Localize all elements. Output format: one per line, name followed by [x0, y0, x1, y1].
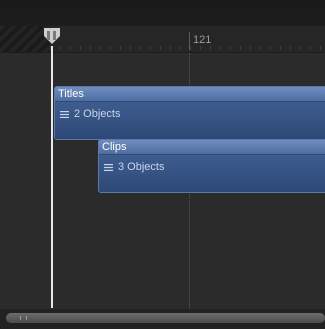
layer-object-count: 3 Objects: [118, 161, 165, 173]
playhead-line[interactable]: [51, 46, 53, 308]
scrollbar-thumb[interactable]: [6, 313, 325, 323]
top-strip: [0, 0, 325, 26]
layer-title: Titles: [55, 87, 325, 101]
layer-content[interactable]: 2 Objects: [55, 102, 325, 139]
ruler-hatch: [0, 26, 50, 52]
ruler-major-tick: [189, 32, 190, 50]
layer-band-titles[interactable]: Titles 2 Objects: [54, 86, 325, 140]
layer-title: Clips: [99, 140, 325, 154]
stack-lines-icon: [60, 111, 69, 118]
layer-object-count: 2 Objects: [74, 108, 121, 120]
timeline-panel: 121 Titles 2 Objects Clips 3 Objects: [0, 0, 325, 329]
ruler-ticks: [50, 46, 325, 50]
horizontal-scrollbar[interactable]: [6, 313, 325, 323]
layer-content[interactable]: 3 Objects: [99, 155, 325, 192]
grip-icon: [20, 316, 27, 320]
ruler-timecode-label: 121: [193, 34, 212, 46]
stack-lines-icon: [104, 164, 113, 171]
playhead-flag-icon[interactable]: [44, 28, 60, 46]
layer-band-clips[interactable]: Clips 3 Objects: [98, 139, 325, 193]
